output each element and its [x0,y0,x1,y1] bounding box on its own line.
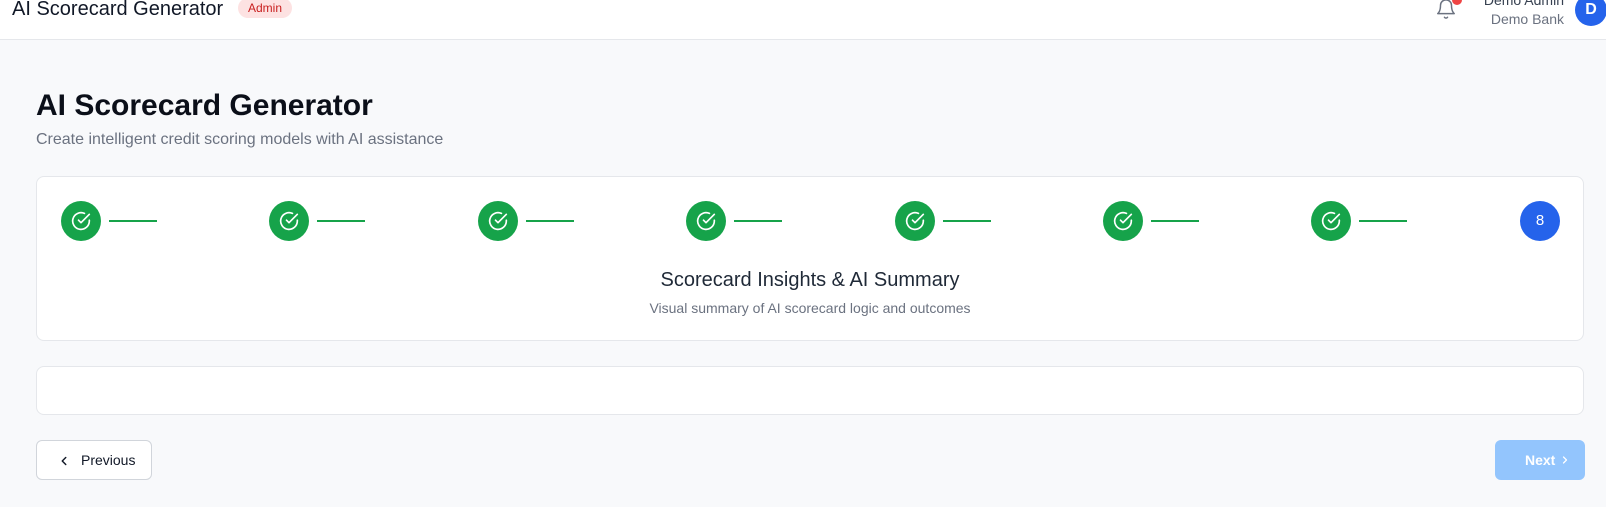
previous-button[interactable]: Previous [36,440,152,480]
next-button[interactable]: Next [1495,440,1585,480]
step-content-panel [36,366,1584,415]
step-connector [1151,220,1199,222]
step-connector [1359,220,1407,222]
step-6-complete-icon [1103,201,1143,241]
top-bar: AI Scorecard Generator Admin Demo Admin … [0,0,1606,40]
page-subtitle: Create intelligent credit scoring models… [36,131,444,148]
previous-label: Previous [81,452,136,468]
stepper-card: 8 Scorecard Insights & AI Summary Visual… [36,176,1584,341]
avatar[interactable]: D [1575,0,1606,26]
user-name: Demo Admin [1483,0,1564,8]
user-org: Demo Bank [1490,11,1564,27]
step-7-complete-icon [1311,201,1351,241]
chevron-right-icon [1562,456,1568,464]
current-step-title: Scorecard Insights & AI Summary [660,269,960,291]
step-4-complete-icon [686,201,726,241]
step-2-complete-icon [269,201,309,241]
chevron-left-icon [61,456,67,466]
role-badge: Admin [238,0,293,18]
next-label: Next [1525,452,1556,468]
notification-badge [1452,0,1462,5]
step-current: 8 [1520,201,1560,241]
step-1-complete-icon [61,201,101,241]
step-connector [526,220,574,222]
current-step-description: Visual summary of AI scorecard logic and… [649,300,971,316]
step-5-complete-icon [895,201,935,241]
step-connector [109,220,157,222]
step-connector [317,220,365,222]
app-title: AI Scorecard Generator [12,0,224,20]
step-connector [734,220,782,222]
page-title: AI Scorecard Generator [36,89,373,122]
step-connector [943,220,991,222]
step-3-complete-icon [478,201,518,241]
